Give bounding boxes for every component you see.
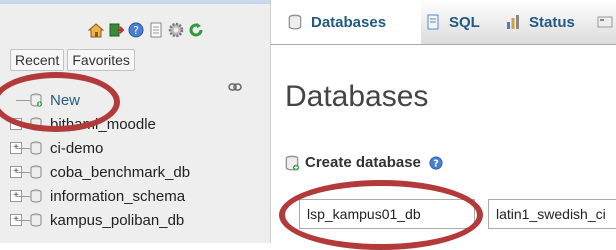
reload-icon[interactable] (188, 22, 204, 38)
logo (0, 0, 270, 4)
tree-item-label: New (50, 91, 81, 109)
tree-item-database[interactable]: + kampus_poliban_db (0, 208, 270, 232)
database-name-input[interactable] (299, 199, 475, 229)
new-database-icon (285, 155, 299, 171)
tree-item-label: ci-demo (50, 139, 104, 157)
logout-icon[interactable] (108, 22, 124, 38)
tab-label: Status (529, 13, 575, 31)
tab-label: Databases (311, 13, 387, 31)
tree-item-database[interactable]: + coba_benchmark_db (0, 160, 270, 184)
status-icon (507, 15, 519, 29)
help-icon[interactable]: ? (429, 155, 443, 170)
tree-connector (16, 123, 30, 125)
help-icon[interactable]: ? (128, 22, 144, 38)
tree-connector (16, 195, 30, 197)
database-tree: New + bithami_moodle + ci-demo + coba_be… (0, 88, 270, 232)
tree-item-database[interactable]: + information_schema (0, 184, 270, 208)
new-database-icon (30, 93, 42, 107)
database-icon (30, 189, 42, 203)
tree-item-database[interactable]: + bithami_moodle (0, 112, 270, 136)
main-panel: Databases SQL Status Databases Create da… (271, 0, 616, 243)
sql-icon (427, 14, 439, 30)
tree-connector (16, 219, 30, 221)
database-icon (288, 14, 302, 30)
tree-connector (16, 171, 30, 173)
nav-tabs: Recent Favorites (10, 49, 135, 71)
docs-icon[interactable] (148, 22, 164, 38)
tab-sql[interactable]: SQL (425, 0, 480, 44)
create-database-label: Create database (305, 154, 421, 171)
tab-recent[interactable]: Recent (10, 49, 65, 71)
tree-item-label: coba_benchmark_db (50, 163, 191, 181)
tab-databases[interactable]: Databases (271, 0, 421, 44)
tree-item-label: kampus_poliban_db (50, 211, 185, 229)
tab-status[interactable]: Status (505, 0, 575, 44)
tab-label: SQL (449, 13, 480, 31)
svg-text:?: ? (433, 158, 439, 169)
svg-text:?: ? (133, 24, 139, 37)
collation-select[interactable]: latin1_swedish_ci (488, 199, 616, 229)
top-menu-bar: Databases SQL Status (271, 0, 616, 45)
database-icon (30, 165, 42, 179)
database-icon (30, 213, 42, 227)
home-icon[interactable] (88, 22, 104, 38)
tree-connector (16, 99, 30, 101)
navigation-panel: ? Recent Favorites New + bithami_moodle … (0, 0, 271, 243)
tree-item-label: bithami_moodle (50, 115, 156, 133)
database-icon (30, 141, 42, 155)
more-tabs-icon[interactable] (597, 14, 613, 30)
nav-toolbar: ? (88, 22, 204, 40)
database-icon (30, 117, 42, 131)
tab-favorites[interactable]: Favorites (67, 49, 135, 71)
tree-item-database[interactable]: + ci-demo (0, 136, 270, 160)
page-title: Databases (285, 80, 429, 113)
settings-icon[interactable] (168, 22, 184, 38)
tree-item-new[interactable]: New (0, 88, 270, 112)
tree-connector (16, 147, 30, 149)
tree-item-label: information_schema (50, 187, 186, 205)
create-database-heading: Create database ? (285, 154, 443, 171)
